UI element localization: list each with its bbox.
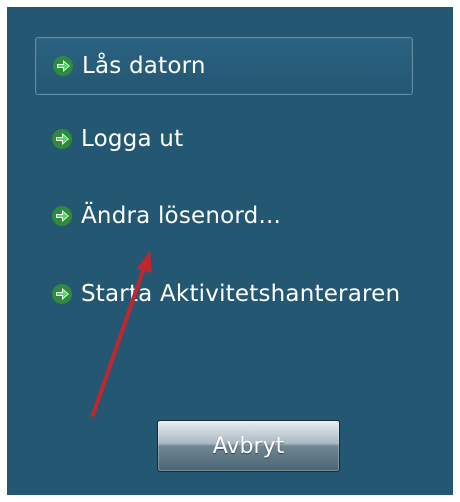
menu-item-lock-computer[interactable]: Lås datorn — [35, 37, 413, 95]
menu-item-start-task-manager[interactable]: Starta Aktivitetshanteraren — [35, 265, 453, 323]
cancel-button[interactable]: Avbryt — [157, 420, 340, 472]
security-options-screen: Lås datorn Logga ut Ändra lösenord... St… — [7, 7, 453, 495]
green-arrow-icon — [52, 284, 72, 304]
menu-item-change-password[interactable]: Ändra lösenord... — [35, 187, 413, 245]
menu-item-label: Lås datorn — [82, 53, 206, 79]
menu-item-label: Starta Aktivitetshanteraren — [81, 281, 401, 307]
green-arrow-icon — [52, 206, 72, 226]
menu-item-label: Logga ut — [81, 126, 184, 152]
green-arrow-icon — [52, 129, 72, 149]
green-arrow-icon — [53, 56, 73, 76]
menu-item-label: Ändra lösenord... — [81, 203, 282, 229]
menu-item-log-out[interactable]: Logga ut — [35, 110, 413, 168]
